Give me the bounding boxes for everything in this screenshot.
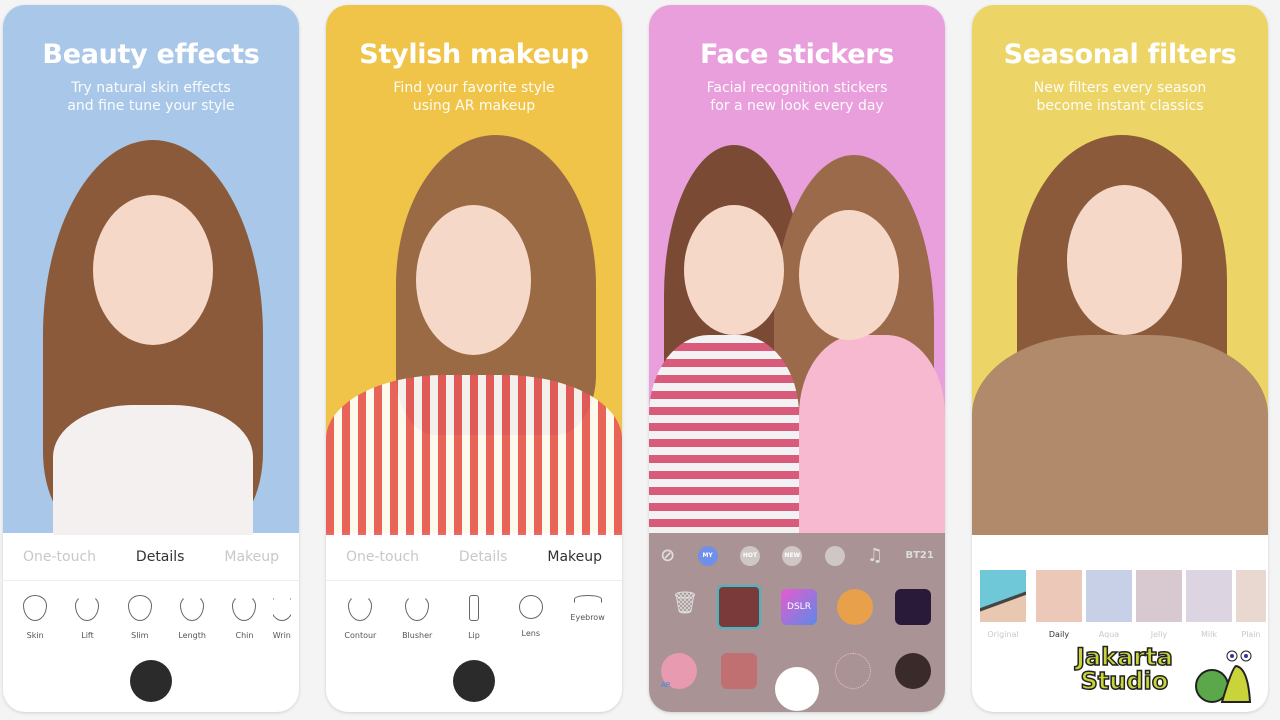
slim-face-icon <box>127 595 152 621</box>
blusher-icon <box>405 595 430 621</box>
length-icon <box>180 595 205 621</box>
tool-length[interactable]: Length <box>168 595 216 640</box>
screenshot-stylish-makeup: Stylish makeup Find your favorite style u… <box>326 5 622 712</box>
category-bt21[interactable]: BT21 <box>905 550 933 561</box>
panel-subtitle: Try natural skin effects and fine tune yo… <box>67 80 235 114</box>
filter-aqua[interactable]: Aqua <box>1086 570 1132 639</box>
eyebrow-icon <box>573 595 602 603</box>
lift-icon <box>75 595 100 621</box>
panel-title: Face stickers <box>699 39 895 70</box>
tool-lip[interactable]: Lip <box>450 595 498 640</box>
tab-makeup[interactable]: Makeup <box>224 549 279 565</box>
filter-milk[interactable]: Milk <box>1186 570 1232 639</box>
sticker-selected[interactable] <box>717 585 761 629</box>
tab-details[interactable]: Details <box>459 549 508 565</box>
category-my[interactable]: MY <box>697 545 718 566</box>
hero-photo: Stylish makeup Find your favorite style u… <box>326 5 622 535</box>
face-sparkle-icon <box>23 595 48 621</box>
tool-eyebrow[interactable]: Eyebrow <box>564 595 612 640</box>
screenshot-beauty-effects: Beauty effects Try natural skin effects a… <box>3 5 299 712</box>
sticker-neon[interactable] <box>895 589 931 625</box>
sticker-dslr[interactable]: DSLR <box>781 589 817 625</box>
tool-lens[interactable]: Lens <box>507 595 555 640</box>
panel-title: Seasonal filters <box>1003 39 1237 70</box>
panel-subtitle: New filters every season become instant c… <box>1033 80 1207 114</box>
tool-lift[interactable]: Lift <box>63 595 111 640</box>
category-flower-icon[interactable] <box>824 545 845 566</box>
shutter-button[interactable] <box>453 660 495 702</box>
wrinkle-icon <box>272 595 291 621</box>
mode-tabs: One-touch Details Makeup <box>326 533 622 581</box>
category-new[interactable]: NEW <box>782 545 803 566</box>
sticker-shiba[interactable] <box>837 589 873 625</box>
shutter-button[interactable] <box>130 660 172 702</box>
tool-chin[interactable]: Chin <box>220 595 268 640</box>
sticker-categories: ⊘ MY HOT NEW ♫ BT21 <box>649 545 945 566</box>
music-note-icon[interactable]: ♫ <box>867 545 883 566</box>
lipstick-icon <box>468 595 479 621</box>
screenshot-seasonal-filters: Seasonal filters New filters every seaso… <box>972 5 1268 712</box>
hero-photo: Seasonal filters New filters every seaso… <box>972 5 1268 535</box>
tool-blusher[interactable]: Blusher <box>393 595 441 640</box>
no-sticker-icon[interactable]: ⊘ <box>660 545 675 566</box>
shutter-button[interactable] <box>775 667 819 711</box>
watermark-logo: Jakarta Studio <box>1075 643 1173 695</box>
panel-title: Beauty effects <box>42 39 260 70</box>
filter-daily[interactable]: Daily <box>1036 570 1082 639</box>
tool-slim[interactable]: Slim <box>116 595 164 640</box>
mode-tabs: One-touch Details Makeup <box>3 533 299 581</box>
filter-plain[interactable]: Plain <box>1236 570 1266 639</box>
tool-wrinkle[interactable]: Wrin <box>272 595 291 640</box>
tool-row: Contour Blusher Lip Lens Eyebrow <box>326 595 622 640</box>
sticker-sparkle[interactable] <box>835 653 871 689</box>
contour-icon <box>348 595 373 621</box>
tab-details[interactable]: Details <box>136 549 185 565</box>
category-hot[interactable]: HOT <box>739 545 760 566</box>
panel-subtitle: Find your favorite style using AR makeup <box>393 80 555 114</box>
sticker-facemask[interactable] <box>895 653 931 689</box>
tool-row: Skin Lift Slim Length Chin Wrin <box>3 595 299 640</box>
chin-icon <box>232 595 257 621</box>
tool-contour[interactable]: Contour <box>336 595 384 640</box>
filter-original[interactable]: Original <box>980 570 1026 639</box>
lens-icon <box>518 595 543 619</box>
filter-jelly[interactable]: Jelly <box>1136 570 1182 639</box>
trash-icon[interactable]: 🗑 <box>671 591 699 616</box>
sticker-picker: ⊘ MY HOT NEW ♫ BT21 🗑 DSLR AR <box>649 533 945 712</box>
screenshot-face-stickers: Face stickers Facial recognition sticker… <box>649 5 945 712</box>
tab-one-touch[interactable]: One-touch <box>346 549 419 565</box>
panel-title: Stylish makeup <box>359 39 589 70</box>
tab-one-touch[interactable]: One-touch <box>23 549 96 565</box>
snail-mascot-icon <box>1195 650 1252 703</box>
tab-makeup[interactable]: Makeup <box>547 549 602 565</box>
hero-photo: Beauty effects Try natural skin effects a… <box>3 5 299 535</box>
filter-strip: Original Daily Aqua Jelly Milk Plain <box>980 570 1266 639</box>
sticker-ar[interactable]: AR <box>661 653 697 689</box>
hero-photo: Face stickers Facial recognition sticker… <box>649 5 945 535</box>
tool-skin[interactable]: Skin <box>11 595 59 640</box>
sticker-photo[interactable] <box>721 653 757 689</box>
panel-subtitle: Facial recognition stickers for a new loo… <box>706 80 888 114</box>
